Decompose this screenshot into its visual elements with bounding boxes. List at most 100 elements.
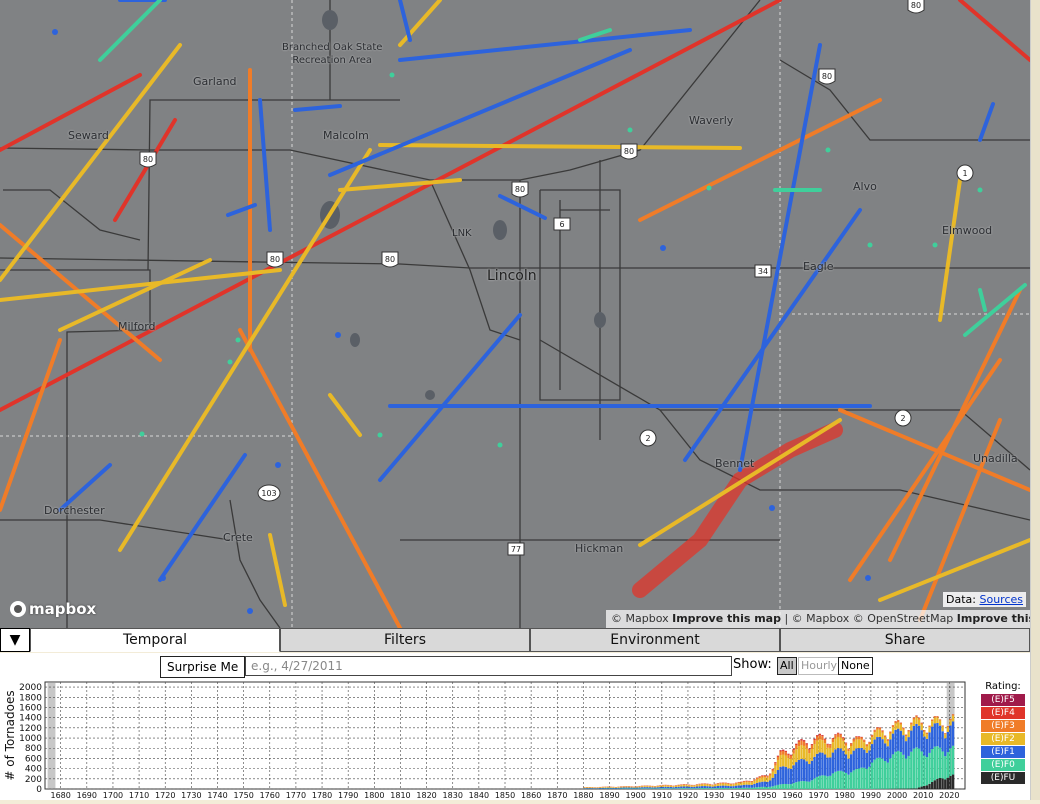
bar-segment-f2 [586,787,588,788]
bar-segment-f2 [782,755,784,767]
bar-segment-f3 [730,784,732,785]
bar-segment-f0 [860,768,862,789]
collapse-panel-button[interactable]: ▼ [0,628,30,652]
tornado-histogram[interactable]: 0200400600800100012001400160018002000168… [0,679,975,800]
bar-segment-f2 [866,746,868,752]
bar-segment-f0 [941,751,943,778]
bar-segment-f0 [806,781,808,789]
tornado-tracks[interactable] [0,0,1030,628]
bar-segment-f0 [717,788,719,789]
bar-segment-f3 [952,714,954,715]
legend-item-ef2[interactable]: (E)F2 [981,733,1025,745]
show-hourly-button[interactable]: Hourly [798,657,840,675]
bar-segment-f1 [748,785,750,788]
bar-segment-f0 [915,747,917,788]
legend-item-ef4[interactable]: (E)F4 [981,707,1025,719]
bar-segment-fu [941,778,943,789]
map-view[interactable]: 80 80 80 80 80 80 80 6 34 77 1 2 2 103 B… [0,0,1030,628]
bar-segment-f0 [840,771,842,789]
legend-item-ef1[interactable]: (E)F1 [981,746,1025,758]
bar-segment-f3 [918,718,920,720]
bar-segment-f1 [693,787,695,788]
improve-map-link-2[interactable]: Improve this map [957,612,1030,625]
bar-segment-f1 [910,731,912,752]
x-tick-label: 1840 [469,791,489,800]
bar-segment-f0 [881,759,883,789]
bar-segment-f0 [819,776,821,789]
bar-segment-f2 [693,786,695,787]
bar-segment-f2 [772,772,774,778]
bar-segment-f3 [800,741,802,745]
tab-share[interactable]: Share [780,628,1030,652]
bar-segment-fu [913,788,915,789]
show-none-button[interactable]: None [838,657,873,675]
bar-segment-f0 [732,788,734,789]
bar-segment-f2 [678,786,680,787]
bar-segment-f1 [902,735,904,755]
x-tick-label: 1960 [782,791,802,800]
bar-segment-f0 [701,788,703,789]
bar-segment-f2 [623,787,625,788]
bar-segment-f1 [638,787,640,788]
map-label-hickman: Hickman [575,542,623,555]
bar-segment-f2 [921,725,923,731]
bar-segment-f0 [782,784,784,789]
highway-shields: 80 80 80 80 80 80 80 6 34 77 1 2 2 103 [140,0,973,555]
show-all-button[interactable]: All [777,657,797,675]
x-tick-label: 1820 [416,791,436,800]
bar-segment-f3 [897,721,899,723]
bar-segment-fu [947,778,949,789]
bar-segment-f0 [751,788,753,789]
legend-item-ef0[interactable]: (E)F0 [981,759,1025,771]
date-search-input[interactable]: e.g., 4/27/2011 [245,656,732,676]
bar-segment-f1 [589,788,591,789]
map-label-alvo: Alvo [853,180,877,193]
tab-environment[interactable]: Environment [530,628,780,652]
bar-segment-f2 [662,786,664,787]
bar-segment-f1 [738,785,740,788]
bar-segment-f2 [714,785,716,787]
bar-segment-f0 [928,753,930,784]
bar-segment-f1 [743,785,745,788]
bar-segment-f2 [680,785,682,786]
tab-filters[interactable]: Filters [280,628,530,652]
bar-segment-f3 [926,733,928,734]
attribution-mapbox[interactable]: © Mapbox [611,612,669,625]
bar-segment-f3 [688,785,690,786]
mapbox-logo[interactable]: mapbox [10,600,96,618]
surprise-me-button[interactable]: Surprise Me [160,656,245,678]
bar-segment-f1 [610,788,612,789]
legend-item-ef5[interactable]: (E)F5 [981,694,1025,706]
bar-segment-f2 [659,786,661,787]
bar-segment-f3 [913,718,915,720]
bar-segment-f1 [787,768,789,784]
legend-item-ef3[interactable]: (E)F3 [981,720,1025,732]
map-label-dorchester: Dorchester [44,504,105,517]
bar-segment-f0 [748,788,750,789]
bar-segment-f0 [813,778,815,789]
bar-segment-f3 [868,742,870,744]
bar-segment-f3 [934,716,936,717]
bar-segment-f1 [931,727,933,749]
attribution-osm[interactable]: | © Mapbox © OpenStreetMap [781,612,953,625]
bar-segment-f0 [691,788,693,789]
bar-segment-f3 [821,736,823,740]
bar-segment-f2 [879,730,881,737]
improve-map-link[interactable]: Improve this map [672,612,781,625]
map-canvas[interactable]: 80 80 80 80 80 80 80 6 34 77 1 2 2 103 [0,0,1030,628]
sources-link[interactable]: Sources [979,593,1023,606]
bar-segment-f0 [926,757,928,785]
bar-segment-f1 [678,787,680,789]
page-scrollbar[interactable] [1030,0,1040,800]
bar-segment-f2 [717,784,719,786]
bar-segment-f4 [798,740,800,741]
bar-segment-f3 [766,776,768,778]
bar-segment-fu [928,784,930,789]
data-sources: Data: Sources [943,592,1026,607]
bar-segment-f1 [759,782,761,787]
bar-segment-f3 [717,783,719,784]
legend-item-efu[interactable]: (E)FU [981,772,1025,784]
bar-segment-f1 [596,788,598,789]
bar-segment-f1 [819,752,821,775]
tab-temporal[interactable]: Temporal [30,628,280,652]
